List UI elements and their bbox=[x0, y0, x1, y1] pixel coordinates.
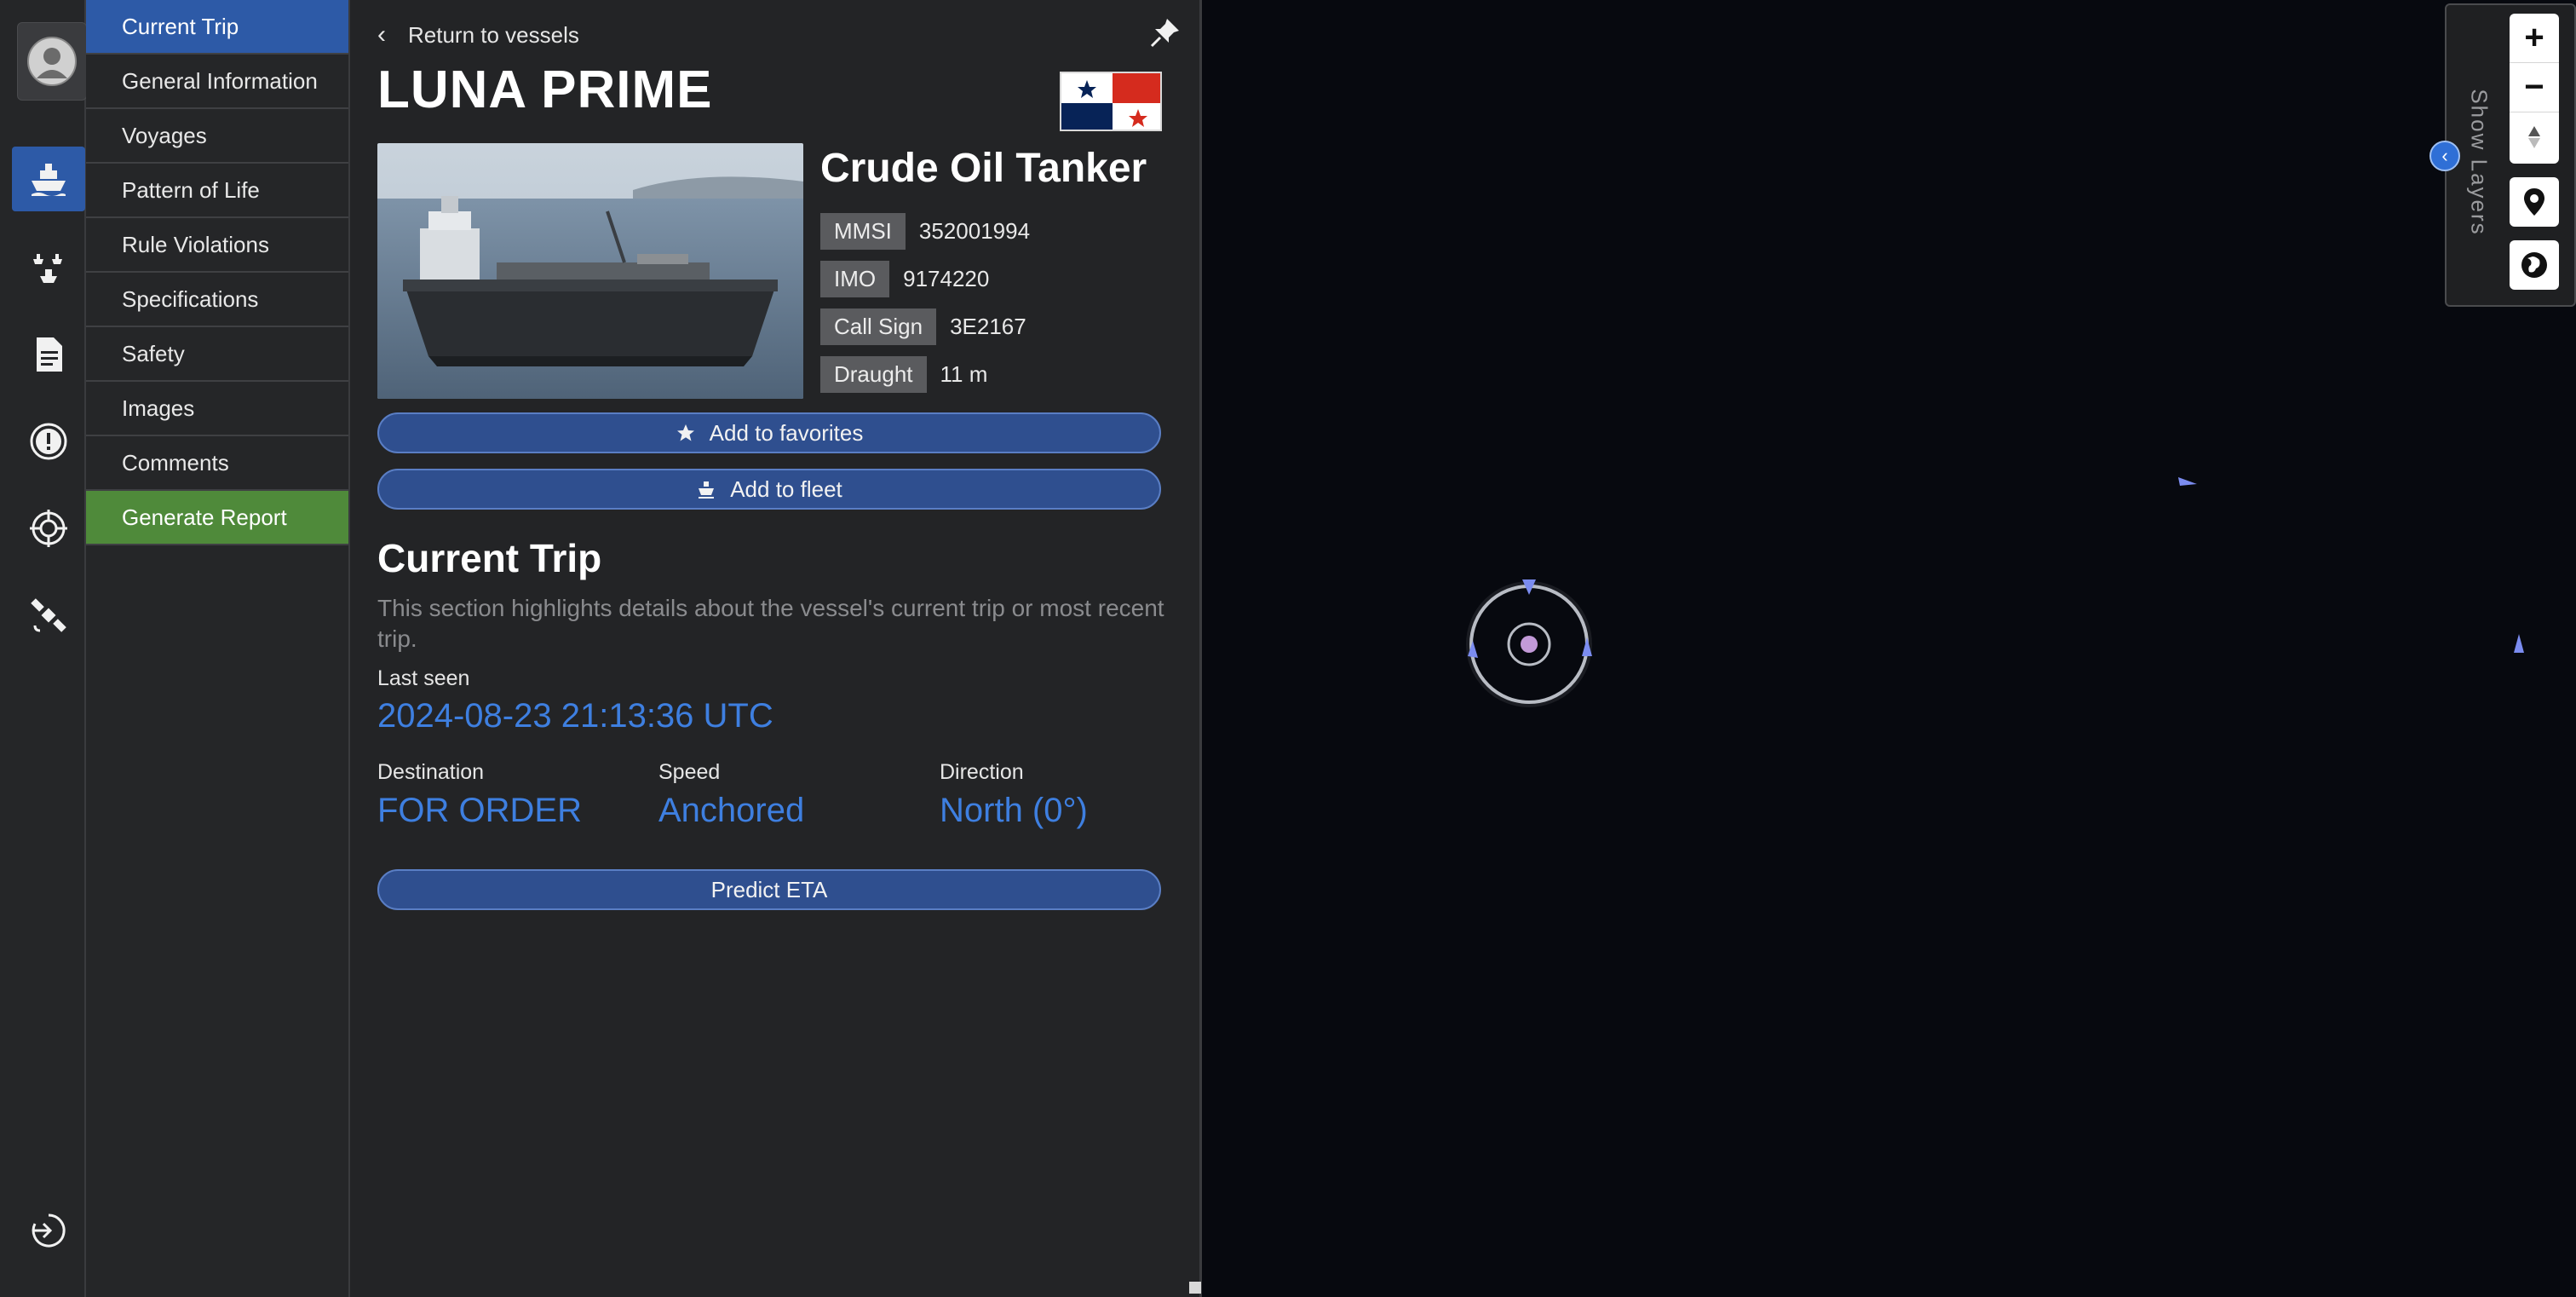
fleets-nav-button[interactable] bbox=[12, 235, 85, 300]
menu-item-rule-violations[interactable]: Rule Violations bbox=[86, 218, 348, 273]
draught-row: Draught 11 m bbox=[820, 356, 987, 393]
star-icon bbox=[676, 424, 694, 441]
vessel-marker[interactable] bbox=[2514, 634, 2524, 653]
chevron-left-icon: ‹ bbox=[2441, 145, 2448, 166]
call-sign-value: 3E2167 bbox=[950, 314, 1026, 339]
mmsi-label: MMSI bbox=[820, 213, 906, 250]
menu-item-current-trip[interactable]: Current Trip bbox=[86, 0, 348, 55]
mmsi-value: 352001994 bbox=[918, 218, 1031, 244]
globe-icon bbox=[2521, 252, 2547, 278]
vessel-type: Crude Oil Tanker bbox=[820, 146, 1147, 191]
app-root: Current Trip General Information Voyages… bbox=[0, 0, 2576, 1297]
map-canvas[interactable] bbox=[1202, 0, 2576, 1297]
selected-vessel-marker[interactable] bbox=[1466, 579, 1592, 707]
vessel-details-panel: ‹ Return to vessels LUNA PRIME Crude Oil… bbox=[350, 0, 1202, 1297]
menu-item-label: Specifications bbox=[122, 285, 259, 312]
section-title: Current Trip bbox=[377, 536, 602, 580]
panel-resize-handle[interactable] bbox=[1189, 1282, 1201, 1294]
reports-nav-button[interactable] bbox=[12, 322, 85, 387]
draught-value: 11 m bbox=[940, 361, 988, 387]
compass-icon bbox=[2528, 126, 2540, 148]
menu-item-general-information[interactable]: General Information bbox=[86, 55, 348, 109]
return-to-vessels-link[interactable]: ‹ Return to vessels bbox=[377, 20, 579, 49]
location-button[interactable] bbox=[2510, 177, 2559, 227]
last-seen-label: Last seen bbox=[377, 666, 470, 690]
chevron-left-icon: ‹ bbox=[377, 20, 386, 49]
imo-label: IMO bbox=[820, 261, 890, 297]
mmsi-row: MMSI 352001994 bbox=[820, 213, 1030, 250]
icon-rail bbox=[0, 0, 87, 1297]
alerts-nav-button[interactable] bbox=[12, 409, 85, 474]
alert-icon bbox=[30, 423, 67, 460]
vessel-marker[interactable] bbox=[2178, 477, 2197, 486]
menu-item-label: Comments bbox=[122, 449, 229, 476]
vessel-name: LUNA PRIME bbox=[377, 61, 713, 119]
generate-report-button[interactable]: Generate Report bbox=[86, 491, 348, 545]
destination-value: FOR ORDER bbox=[377, 792, 582, 829]
menu-item-safety[interactable]: Safety bbox=[86, 327, 348, 382]
fleet-label: Add to fleet bbox=[730, 476, 842, 502]
vessel-photo[interactable] bbox=[377, 143, 803, 399]
destination-stat: Destination FOR ORDER bbox=[377, 760, 582, 830]
menu-item-label: Current Trip bbox=[122, 13, 239, 39]
section-description: This section highlights details about th… bbox=[377, 595, 1164, 652]
menu-item-label: General Information bbox=[122, 67, 318, 94]
direction-value: North (0°) bbox=[940, 792, 1088, 829]
target-icon bbox=[30, 510, 67, 547]
direction-stat: Direction North (0°) bbox=[940, 760, 1088, 830]
fleet-icon bbox=[699, 481, 715, 499]
user-avatar-button[interactable] bbox=[17, 22, 87, 101]
menu-item-specifications[interactable]: Specifications bbox=[86, 273, 348, 327]
menu-item-voyages[interactable]: Voyages bbox=[86, 109, 348, 164]
tracking-nav-button[interactable] bbox=[12, 496, 85, 561]
section-menu: Current Trip General Information Voyages… bbox=[86, 0, 350, 1297]
speed-label: Speed bbox=[658, 760, 721, 784]
pin-icon[interactable] bbox=[1148, 15, 1182, 49]
imo-value: 9174220 bbox=[903, 266, 990, 291]
layers-toggle-button[interactable]: ‹ bbox=[2429, 141, 2460, 171]
predict-eta-button[interactable]: Predict ETA bbox=[377, 869, 1161, 910]
direction-label: Direction bbox=[940, 760, 1024, 784]
menu-item-images[interactable]: Images bbox=[86, 382, 348, 436]
call-sign-row: Call Sign 3E2167 bbox=[820, 308, 1026, 345]
logout-icon bbox=[32, 1213, 66, 1248]
menu-item-label: Images bbox=[122, 395, 195, 421]
imo-row: IMO 9174220 bbox=[820, 261, 989, 297]
add-to-fleet-button[interactable]: Add to fleet bbox=[377, 469, 1161, 510]
map-pin-icon bbox=[2524, 188, 2544, 216]
show-layers-label: Show Layers bbox=[2466, 88, 2493, 236]
menu-item-pattern-of-life[interactable]: Pattern of Life bbox=[86, 164, 348, 218]
menu-item-label: Voyages bbox=[122, 122, 207, 148]
zoom-in-button[interactable]: + bbox=[2510, 14, 2559, 63]
predict-eta-label: Predict ETA bbox=[710, 876, 828, 902]
panama-flag-icon bbox=[1060, 72, 1162, 131]
satellite-icon bbox=[31, 598, 66, 632]
fleet-icon bbox=[33, 254, 62, 283]
user-avatar-icon bbox=[27, 37, 77, 86]
add-to-favorites-button[interactable]: Add to favorites bbox=[377, 412, 1161, 453]
speed-stat: Speed Anchored bbox=[658, 760, 804, 830]
ship-icon bbox=[32, 164, 66, 196]
menu-item-comments[interactable]: Comments bbox=[86, 436, 348, 491]
return-label: Return to vessels bbox=[408, 21, 579, 48]
compass-button[interactable] bbox=[2510, 112, 2559, 162]
zoom-out-button[interactable]: − bbox=[2510, 63, 2559, 112]
zoom-controls: + − bbox=[2510, 14, 2559, 164]
menu-item-label: Pattern of Life bbox=[122, 176, 260, 203]
favorites-label: Add to favorites bbox=[709, 419, 864, 446]
satellite-nav-button[interactable] bbox=[12, 583, 85, 648]
draught-label: Draught bbox=[820, 356, 927, 393]
document-icon bbox=[37, 337, 62, 372]
call-sign-label: Call Sign bbox=[820, 308, 937, 345]
speed-value: Anchored bbox=[658, 792, 805, 829]
show-layers-button[interactable]: Show Layers bbox=[2453, 77, 2504, 247]
menu-item-label: Safety bbox=[122, 340, 185, 366]
menu-item-label: Generate Report bbox=[122, 504, 287, 530]
menu-item-label: Rule Violations bbox=[122, 231, 269, 257]
vessels-nav-button[interactable] bbox=[12, 147, 85, 211]
basemap-button[interactable] bbox=[2510, 240, 2559, 290]
destination-label: Destination bbox=[377, 760, 485, 784]
logout-button[interactable] bbox=[12, 1198, 85, 1263]
last-seen-value: 2024-08-23 21:13:36 UTC bbox=[377, 697, 773, 735]
